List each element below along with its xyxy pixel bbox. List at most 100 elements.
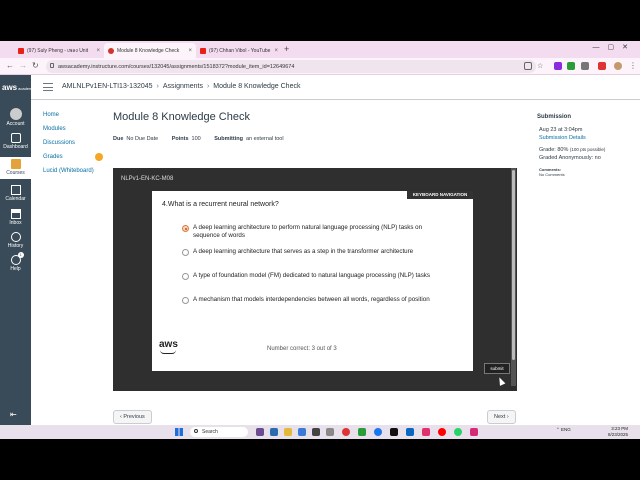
address-bar-row: ← → ↻ awsacademy.instructure.com/courses… [0, 58, 640, 75]
close-icon[interactable]: × [184, 48, 192, 54]
nav-inbox[interactable]: Inbox [0, 209, 31, 226]
screen: (97) Suly Pheng - เพลง Unit × Module 8 K… [0, 0, 640, 480]
answer-option[interactable]: A deep learning architecture to perform … [182, 224, 442, 240]
tiktok-icon[interactable] [390, 428, 398, 436]
course-nav-modules[interactable]: Modules [43, 125, 108, 139]
tab-chhan-vibol[interactable]: (97) Chhan Vibol - YouTube × [196, 43, 282, 58]
app-icon[interactable] [422, 428, 430, 436]
help-icon: 1 [10, 252, 24, 265]
close-icon[interactable]: × [92, 48, 100, 54]
reload-icon[interactable]: ↻ [32, 61, 39, 70]
submitting-value: an external tool [245, 136, 284, 142]
task-view-icon[interactable] [270, 428, 278, 436]
answer-text: A deep learning architecture to perform … [193, 224, 423, 239]
answer-option[interactable]: A mechanism that models interdependencie… [182, 296, 442, 304]
nav-account[interactable]: Account [0, 108, 31, 127]
score-text: Number correct: 3 out of 3 [267, 346, 337, 352]
facebook-icon[interactable] [374, 428, 382, 436]
chrome-icon[interactable] [342, 428, 350, 436]
camera-icon[interactable] [326, 428, 334, 436]
aws-academy-logo[interactable]: awsacademy [2, 83, 34, 92]
hamburger-icon[interactable] [43, 83, 53, 91]
menu-icon[interactable]: ⋮ [629, 61, 637, 70]
course-nav-lucid[interactable]: Lucid (Whiteboard) [43, 167, 108, 181]
due-value: No Due Date [126, 136, 159, 142]
answer-option[interactable]: A deep learning architecture that serves… [182, 248, 442, 256]
taskbar-search[interactable]: Search [190, 427, 248, 437]
extension-icon[interactable] [598, 62, 606, 70]
radio-button[interactable] [182, 297, 189, 304]
next-button[interactable]: Next › [487, 410, 516, 424]
tab-suly-pheng[interactable]: (97) Suly Pheng - เพลง Unit × [14, 43, 104, 58]
answer-text: A type of foundation model (FM) dedicate… [193, 272, 430, 279]
radio-selected[interactable] [182, 225, 189, 232]
submission-heading: Submission [537, 114, 572, 120]
answer-text: A mechanism that models interdependencie… [193, 296, 430, 303]
course-nav-label: Grades [43, 154, 63, 160]
nav-label: History [7, 243, 24, 249]
nav-courses[interactable]: Courses [0, 157, 31, 179]
window-controls[interactable]: —▢✕ [593, 43, 636, 51]
windows-start-icon[interactable] [175, 428, 183, 436]
radio-button[interactable] [182, 249, 189, 256]
breadcrumb: AMLNLPv1EN-LTI13-132045 › Assignments › Modu… [62, 83, 301, 90]
aws-logo: aws [159, 339, 178, 354]
nav-dashboard[interactable]: Dashboard [0, 133, 31, 150]
nav-label: Courses [6, 170, 25, 176]
nav-label: Inbox [9, 220, 22, 226]
course-nav-grades[interactable]: Grades [43, 153, 108, 167]
edge-icon[interactable] [298, 428, 306, 436]
nav-help[interactable]: 1 Help [0, 252, 31, 272]
app-icon[interactable] [470, 428, 478, 436]
grade-note: (100 pts possible) [569, 147, 606, 152]
profile-avatar[interactable] [614, 62, 622, 70]
submission-details-link[interactable]: Submission Details [537, 134, 637, 142]
course-nav: Home Modules Discussions Grades Lucid (W… [43, 111, 108, 181]
app-icon[interactable] [454, 428, 462, 436]
youtube-icon[interactable] [438, 428, 446, 436]
canvas-lms: awsacademy Account Dashboard Courses Cal… [0, 75, 640, 425]
widgets-icon[interactable] [256, 428, 264, 436]
url-input[interactable]: awsacademy.instructure.com/courses/13204… [46, 60, 536, 73]
course-nav-home[interactable]: Home [43, 111, 108, 125]
radio-button[interactable] [182, 273, 189, 280]
screen-cast-icon[interactable] [524, 62, 532, 70]
nav-history[interactable]: History [0, 232, 31, 249]
file-explorer-icon[interactable] [284, 428, 292, 436]
system-tray[interactable]: ⌃ ENG [556, 427, 571, 433]
app-icon[interactable] [358, 428, 366, 436]
extension-icon[interactable] [554, 62, 562, 70]
tool-scrollbar[interactable] [511, 168, 516, 386]
tab-module-8[interactable]: Module 8 Knowledge Check × [104, 43, 196, 58]
close-icon[interactable]: × [270, 48, 278, 54]
assignment-main: Module 8 Knowledge Check Due No Due Date … [113, 111, 518, 142]
submit-button[interactable]: submit [484, 363, 510, 374]
back-icon[interactable]: ← [6, 61, 14, 70]
submitting-label: Submitting [214, 136, 243, 142]
clock-date: 8/23/2025 [608, 432, 629, 437]
keyboard-navigation-button[interactable]: KEYBOARD NAVIGATION [407, 191, 473, 199]
new-tab-button[interactable]: + [284, 44, 289, 54]
app-icon[interactable] [406, 428, 414, 436]
bookmark-star-icon[interactable]: ☆ [537, 62, 545, 70]
language-indicator: ENG [561, 427, 571, 432]
tab-label: (97) Suly Pheng - เพลง Unit [27, 47, 89, 54]
grade-line: Grade: 80% (100 pts possible) [537, 146, 637, 154]
puzzle-icon[interactable] [581, 62, 589, 70]
store-icon[interactable] [312, 428, 320, 436]
clock[interactable]: 3:23 PM 8/23/2025 [608, 426, 628, 438]
previous-button[interactable]: ‹ Previous [113, 410, 152, 424]
grades-badge [95, 153, 103, 161]
nav-calendar[interactable]: Calendar [0, 185, 31, 202]
breadcrumb-course[interactable]: AMLNLPv1EN-LTI13-132045 [62, 83, 153, 90]
nav-label: Dashboard [3, 144, 28, 150]
graded-anonymously: Graded Anonymously: no [539, 155, 601, 161]
answer-option[interactable]: A type of foundation model (FM) dedicate… [182, 272, 442, 280]
calendar-icon [10, 185, 21, 195]
breadcrumb-assignments[interactable]: Assignments [163, 83, 203, 90]
extension-icon[interactable] [567, 62, 575, 70]
course-nav-discussions[interactable]: Discussions [43, 139, 108, 153]
canvas-icon [108, 47, 114, 54]
forward-icon[interactable]: → [19, 61, 27, 70]
collapse-icon[interactable]: ⇤ [10, 410, 17, 419]
